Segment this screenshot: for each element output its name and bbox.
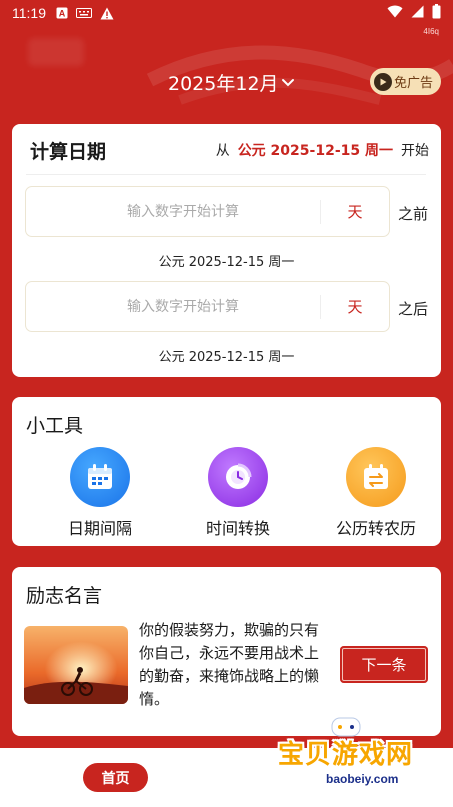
tool-date-interval[interactable]: 日期间隔 <box>40 447 160 539</box>
watermark-title: 宝贝游戏网 <box>278 740 414 770</box>
quote-card: 励志名言 你的假装努力，欺骗的只有你自己，永远不要用战术上的勤奋，来掩饰战略上的… <box>12 567 441 736</box>
play-icon <box>374 72 392 91</box>
signal-icon <box>411 5 424 22</box>
days-before-unit: 天 <box>347 203 363 221</box>
ad-free-button[interactable]: 免广告 <box>370 68 441 95</box>
tool-label: 日期间隔 <box>67 519 132 538</box>
days-after-row: 天 <box>25 281 390 332</box>
status-time: 11:19 <box>12 5 46 21</box>
keyboard-icon <box>76 8 92 18</box>
status-bar: 11:19 A <box>0 0 453 26</box>
home-tab[interactable]: 首页 <box>83 763 148 792</box>
calendar-icon <box>70 447 130 507</box>
wifi-icon <box>387 5 403 22</box>
site-watermark: 宝贝游戏网 baobeiy.com <box>270 712 453 807</box>
start-date-line: 从 公元 2025-12-15 周一 开始 <box>216 140 429 160</box>
calculator-title: 计算日期 <box>30 140 107 163</box>
month-label: 2025年12月 <box>168 73 279 95</box>
calculator-header: 计算日期 从 公元 2025-12-15 周一 开始 <box>12 124 441 176</box>
svg-text:A: A <box>59 9 66 19</box>
ad-free-label: 免广告 <box>394 76 434 91</box>
before-label: 之前 <box>398 205 429 223</box>
tool-label: 时间转换 <box>205 519 270 538</box>
tools-card: 小工具 日期间隔 时间转换 公历转农历 <box>12 397 441 546</box>
after-result-date: 公元 2025-12-15 周一 <box>158 350 295 365</box>
days-before-row: 天 <box>25 186 390 237</box>
notification-a-icon: A <box>56 7 68 19</box>
days-before-input[interactable] <box>26 187 320 236</box>
after-label: 之后 <box>398 300 429 318</box>
tool-solar-to-lunar[interactable]: 公历转农历 <box>316 447 436 539</box>
start-date[interactable]: 公元 2025-12-15 周一 <box>238 140 393 160</box>
clock-cycle-icon <box>208 447 268 507</box>
from-prefix: 从 <box>215 143 230 159</box>
battery-icon <box>432 3 441 23</box>
next-quote-button[interactable]: 下一条 <box>340 646 428 683</box>
cyclist-sunset-image <box>24 626 128 704</box>
divider <box>26 174 426 175</box>
days-after-input[interactable] <box>26 282 320 331</box>
before-result-date: 公元 2025-12-15 周一 <box>158 255 295 270</box>
quote-text: 你的假装努力，欺骗的只有你自己，永远不要用战术上的勤奋，来掩饰战略上的懒惰。 <box>139 621 320 708</box>
quote-title: 励志名言 <box>26 585 103 607</box>
month-selector[interactable]: 2025年12月 <box>168 69 295 96</box>
watermark-url: baobeiy.com <box>326 772 399 786</box>
warning-icon <box>100 7 114 20</box>
date-calculator-card: 计算日期 从 公元 2025-12-15 周一 开始 天 之前 公元 2025-… <box>12 124 441 377</box>
from-suffix: 开始 <box>401 143 429 159</box>
chevron-down-icon <box>281 78 295 88</box>
tools-title: 小工具 <box>26 415 84 437</box>
calendar-convert-icon <box>346 447 406 507</box>
tool-time-conversion[interactable]: 时间转换 <box>178 447 298 539</box>
days-after-unit: 天 <box>347 298 363 316</box>
tool-label: 公历转农历 <box>335 519 416 538</box>
status-right-group <box>387 3 441 23</box>
